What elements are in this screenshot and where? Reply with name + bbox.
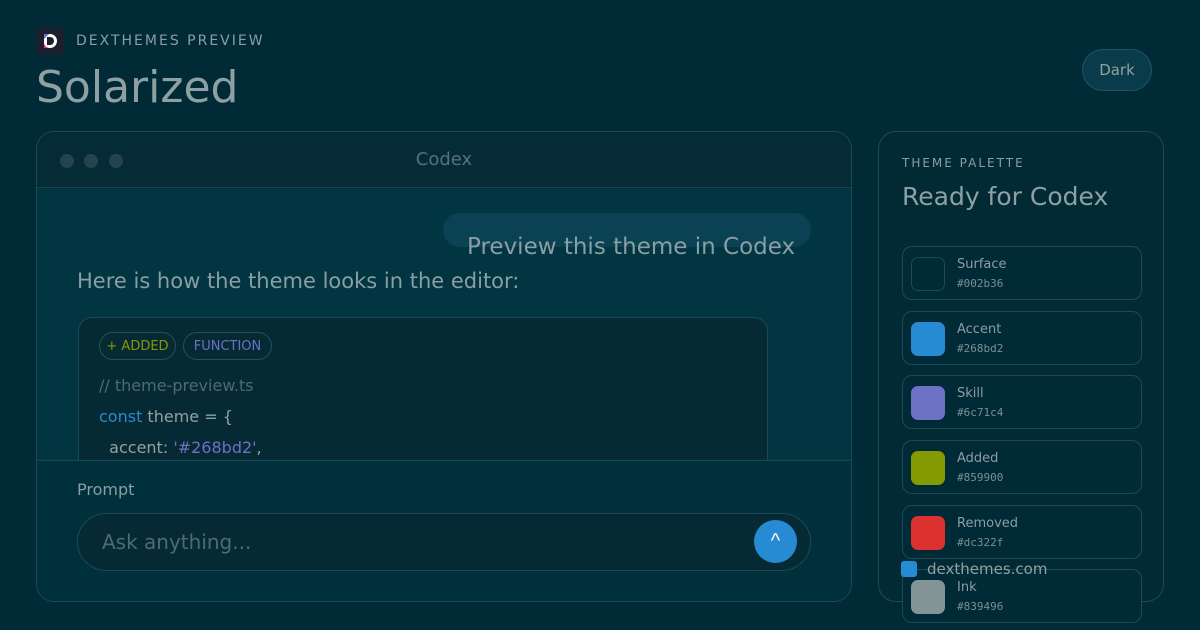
codex-window: Codex Preview this theme in Codex Here i… <box>36 131 852 602</box>
swatch-row-removed[interactable]: Removed #dc322f <box>902 505 1142 559</box>
code-preview-card: + ADDED FUNCTION // theme-preview.ts con… <box>78 317 768 461</box>
code-key: accent: <box>99 438 174 457</box>
dexthemes-logo <box>36 27 64 55</box>
function-tag: FUNCTION <box>183 332 272 360</box>
palette-title: Ready for Codex <box>902 182 1109 211</box>
swatch-row-added[interactable]: Added #859900 <box>902 440 1142 494</box>
theme-palette-panel: THEME PALETTE Ready for Codex Surface #0… <box>878 131 1164 623</box>
palette-eyebrow: THEME PALETTE <box>902 156 1025 170</box>
user-message-text: Preview this theme in Codex <box>467 234 796 260</box>
swatch-row-accent[interactable]: Accent #268bd2 <box>902 311 1142 365</box>
assistant-message-text: Here is how the theme looks in the edito… <box>77 269 520 293</box>
added-tag: + ADDED <box>99 332 176 360</box>
code-string: '#268bd2' <box>173 438 257 457</box>
code-text: theme = { <box>142 407 233 426</box>
send-arrow-icon: ^ <box>770 530 781 552</box>
swatch-name: Accent <box>957 322 1002 337</box>
swatch-name: Skill <box>957 386 984 401</box>
theme-title: Solarized <box>36 62 239 113</box>
brand-label: DEXTHEMES PREVIEW <box>76 33 265 49</box>
window-title: Codex <box>415 149 473 170</box>
mode-toggle-button[interactable]: Dark <box>1082 49 1152 91</box>
square-icon <box>901 561 917 577</box>
swatch-name: Surface <box>957 257 1007 272</box>
swatch-color <box>911 516 945 550</box>
send-button[interactable]: ^ <box>754 520 797 563</box>
footer-link[interactable]: dexthemes.com <box>901 560 1047 578</box>
swatch-color <box>911 580 945 614</box>
code-punct: , <box>256 438 262 457</box>
swatch-hex: #6c71c4 <box>957 406 1004 419</box>
prompt-section: Prompt ^ <box>37 460 851 601</box>
swatch-hex: #dc322f <box>957 536 1004 549</box>
swatch-hex: #002b36 <box>957 277 1004 290</box>
swatch-color <box>911 386 945 420</box>
dexthemes-logo-icon <box>43 34 57 49</box>
prompt-input[interactable] <box>77 513 811 571</box>
swatch-name: Removed <box>957 516 1019 531</box>
window-titlebar: Codex <box>37 132 851 188</box>
swatch-hex: #268bd2 <box>957 342 1004 355</box>
swatch-row-skill[interactable]: Skill #6c71c4 <box>902 375 1142 429</box>
swatch-name: Added <box>957 451 999 466</box>
prompt-label: Prompt <box>77 480 135 499</box>
swatch-color <box>911 322 945 356</box>
code-keyword: const <box>99 407 143 426</box>
swatch-name: Ink <box>957 580 977 595</box>
chat-thread: Preview this theme in Codex Here is how … <box>37 189 851 461</box>
swatch-hex: #859900 <box>957 471 1004 484</box>
code-line-accent: accent: '#268bd2', <box>99 438 262 457</box>
swatch-hex: #839496 <box>957 600 1004 613</box>
code-comment-line: // theme-preview.ts <box>99 376 254 395</box>
swatch-color <box>911 257 945 291</box>
swatch-row-surface[interactable]: Surface #002b36 <box>902 246 1142 300</box>
footer-link-text: dexthemes.com <box>927 560 1048 578</box>
swatch-color <box>911 451 945 485</box>
code-line-const: const theme = { <box>99 407 233 426</box>
